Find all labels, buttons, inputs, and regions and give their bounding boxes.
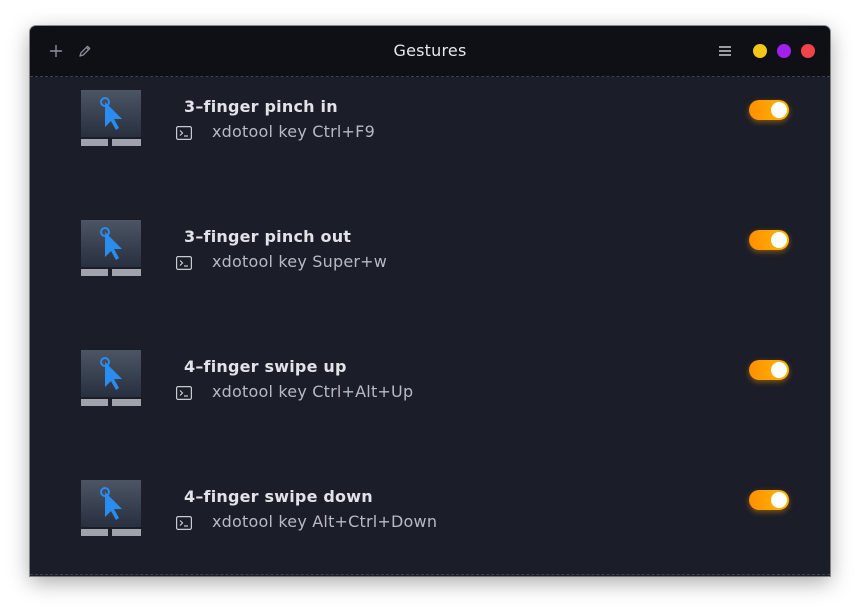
toggle-knob (771, 492, 787, 508)
gesture-name: 3–finger pinch out (184, 227, 352, 246)
gesture-row-2: 3–finger pinch out xdotool key Super+w (30, 207, 830, 337)
terminal-icon (176, 385, 193, 401)
gesture-command: xdotool key Super+w (212, 252, 388, 271)
minimize-button[interactable] (753, 44, 767, 58)
enable-toggle[interactable] (749, 490, 789, 510)
touchpad-gesture-icon (80, 219, 142, 281)
terminal-icon (176, 515, 193, 531)
touchpad-gesture-icon (80, 89, 142, 151)
window-title: Gestures (393, 41, 467, 60)
enable-toggle[interactable] (749, 230, 789, 250)
gesture-name: 3–finger pinch in (184, 97, 338, 116)
toggle-knob (771, 362, 787, 378)
touchpad-gesture-icon (80, 349, 142, 411)
enable-toggle[interactable] (749, 360, 789, 380)
titlebar: Gestures (30, 26, 830, 77)
toggle-knob (771, 102, 787, 118)
gesture-row-3: 4–finger swipe up xdotool key Ctrl+Alt+U… (30, 337, 830, 467)
gesture-row-4: 4–finger swipe down xdotool key Alt+Ctrl… (30, 467, 830, 576)
gesture-list: 3–finger pinch in xdotool key Ctrl+F9 3–… (30, 77, 830, 575)
close-button[interactable] (801, 44, 815, 58)
bottom-divider (30, 574, 830, 576)
terminal-icon (176, 255, 193, 271)
toggle-knob (771, 232, 787, 248)
terminal-icon (176, 125, 193, 141)
gesture-command: xdotool key Ctrl+F9 (212, 122, 375, 141)
gesture-command: xdotool key Alt+Ctrl+Down (212, 512, 438, 531)
gestures-window: Gestures 3–finger pinch in xdotool key C… (30, 26, 830, 576)
gesture-name: 4–finger swipe up (184, 357, 347, 376)
gesture-name: 4–finger swipe down (184, 487, 373, 506)
enable-toggle[interactable] (749, 100, 789, 120)
gesture-row-1: 3–finger pinch in xdotool key Ctrl+F9 (30, 77, 830, 207)
touchpad-gesture-icon (80, 479, 142, 541)
maximize-button[interactable] (777, 44, 791, 58)
hamburger-menu-icon[interactable] (716, 42, 734, 60)
gesture-command: xdotool key Ctrl+Alt+Up (212, 382, 414, 401)
